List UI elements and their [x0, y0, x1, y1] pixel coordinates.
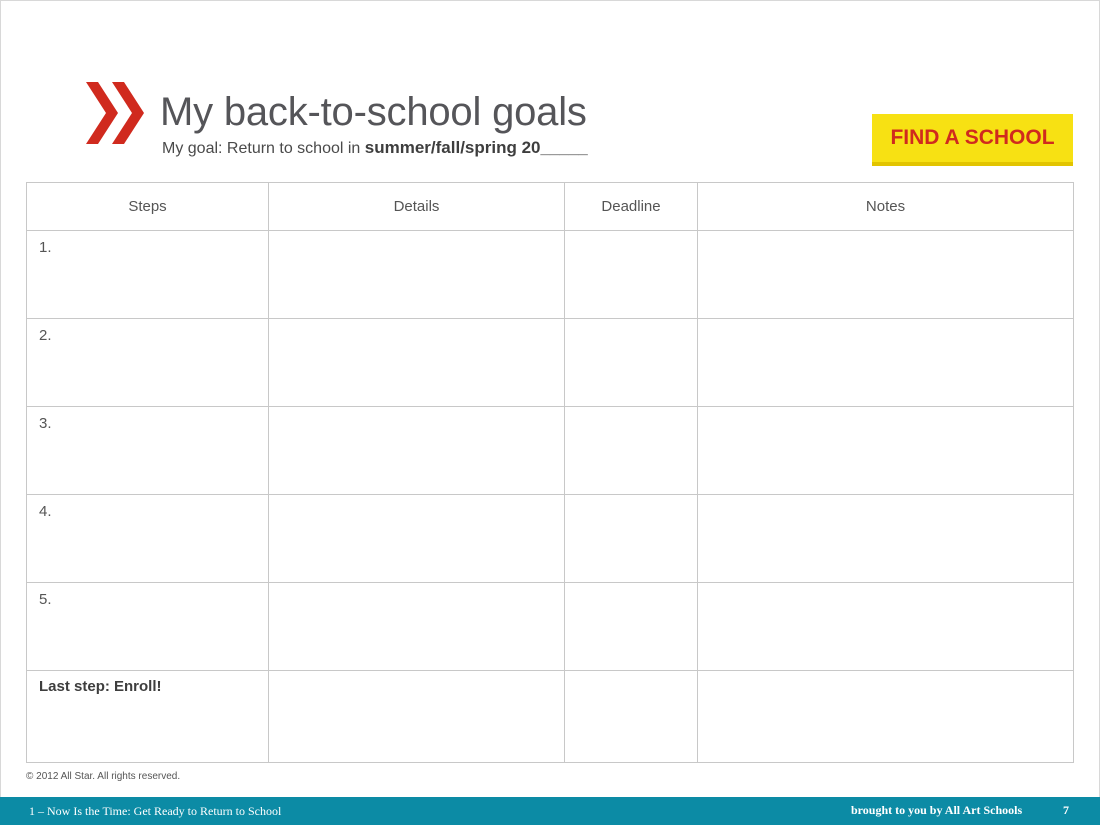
details-cell[interactable] — [268, 582, 565, 671]
step-cell: 3. — [26, 406, 269, 495]
notes-cell[interactable] — [697, 318, 1074, 407]
column-header-notes: Notes — [697, 182, 1074, 231]
deadline-cell[interactable] — [564, 582, 698, 671]
notes-cell[interactable] — [697, 670, 1074, 763]
goal-subtitle-seasons: summer/fall/spring 20_____ — [364, 138, 588, 157]
details-cell[interactable] — [268, 230, 565, 319]
footer-bar: 1 – Now Is the Time: Get Ready to Return… — [0, 797, 1100, 825]
double-chevron-icon — [86, 82, 144, 144]
notes-cell[interactable] — [697, 230, 1074, 319]
notes-cell[interactable] — [697, 494, 1074, 583]
deadline-cell[interactable] — [564, 230, 698, 319]
step-cell: 4. — [26, 494, 269, 583]
notes-cell[interactable] — [697, 582, 1074, 671]
table-row: 2. — [26, 318, 1074, 407]
column-header-steps: Steps — [26, 182, 269, 231]
deadline-cell[interactable] — [564, 318, 698, 407]
deadline-cell[interactable] — [564, 494, 698, 583]
deadline-cell[interactable] — [564, 670, 698, 763]
notes-cell[interactable] — [697, 406, 1074, 495]
step-cell-last: Last step: Enroll! — [26, 670, 269, 763]
footer-chapter-title: 1 – Now Is the Time: Get Ready to Return… — [29, 804, 282, 818]
footer-credit: brought to you by All Art Schools — [851, 803, 1023, 817]
step-cell: 5. — [26, 582, 269, 671]
table-row: 3. — [26, 406, 1074, 495]
deadline-cell[interactable] — [564, 406, 698, 495]
column-header-details: Details — [268, 182, 565, 231]
details-cell[interactable] — [268, 406, 565, 495]
page-number: 7 — [1063, 803, 1069, 817]
details-cell[interactable] — [268, 494, 565, 583]
step-cell: 1. — [26, 230, 269, 319]
details-cell[interactable] — [268, 670, 565, 763]
column-header-deadline: Deadline — [564, 182, 698, 231]
goal-subtitle: My goal: Return to school in summer/fall… — [162, 138, 588, 158]
table-header-row: Steps Details Deadline Notes — [26, 182, 1074, 231]
details-cell[interactable] — [268, 318, 565, 407]
page-title: My back-to-school goals — [160, 90, 587, 134]
table-row: 4. — [26, 494, 1074, 583]
copyright-notice: © 2012 All Star. All rights reserved. — [26, 771, 181, 782]
table-row: 1. — [26, 230, 1074, 319]
table-row: Last step: Enroll! — [26, 670, 1074, 763]
page-header: My back-to-school goals My goal: Return … — [86, 82, 686, 162]
goal-subtitle-prefix: My goal: Return to school in — [162, 140, 365, 157]
goals-table: Steps Details Deadline Notes 1. 2. 3. 4. — [26, 182, 1074, 763]
step-cell: 2. — [26, 318, 269, 407]
table-row: 5. — [26, 582, 1074, 671]
find-a-school-button[interactable]: FIND A SCHOOL — [872, 114, 1073, 166]
